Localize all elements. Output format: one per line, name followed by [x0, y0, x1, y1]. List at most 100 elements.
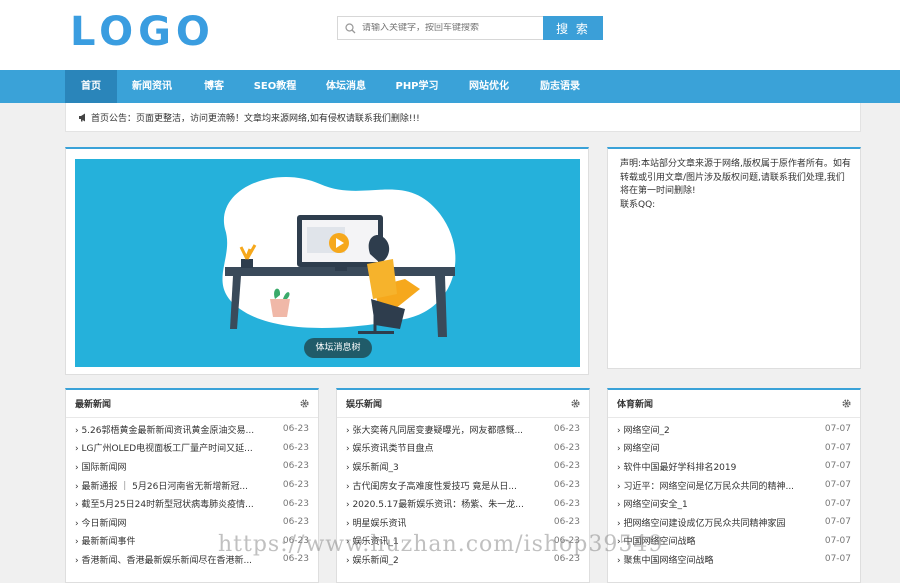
list-item[interactable]: › 娱乐资讯类节目盘点 06-23 [346, 439, 580, 458]
nav-item-news[interactable]: 新闻资讯 [122, 70, 182, 103]
list-item[interactable]: › 张大奕蒋凡同居变妻疑曝光，网友都感慨... 06-23 [346, 420, 580, 439]
news-title[interactable]: › 网络空间_2 [617, 423, 670, 436]
list-item[interactable]: › 明星娱乐资讯 06-23 [346, 513, 580, 532]
news-date: 06-23 [553, 442, 580, 453]
search-input[interactable] [362, 23, 532, 33]
nav-item-sports[interactable]: 体坛消息 [316, 70, 376, 103]
news-date: 06-23 [553, 554, 580, 565]
news-date: 07-07 [824, 461, 851, 472]
news-date: 07-07 [824, 498, 851, 509]
main-nav: 首页 新闻资讯 博客 SEO教程 体坛消息 PHP学习 网站优化 励志语录 [0, 70, 900, 103]
news-title[interactable]: › 国际新闻网 [75, 460, 126, 473]
search-field-wrapper [337, 16, 543, 40]
news-title[interactable]: › 古代闺房女子高难度性爱技巧 竟是从日... [346, 479, 517, 492]
list-item[interactable]: › 国际新闻网 06-23 [75, 457, 309, 476]
news-title[interactable]: › 把网络空间建设成亿万民众共同精神家园 [617, 516, 785, 529]
news-date: 06-23 [282, 498, 309, 509]
site-logo[interactable]: LOGO [70, 9, 215, 55]
news-title[interactable]: › 今日新闻网 [75, 516, 126, 529]
news-date: 06-23 [553, 535, 580, 546]
list-item[interactable]: › 习近平：网络空间是亿万民众共同的精神... 07-07 [617, 476, 851, 495]
news-title[interactable]: › 最新新闻事件 [75, 534, 135, 547]
list-item[interactable]: › 5.26郭梧黄金最新新闻资讯黄金原油交易... 06-23 [75, 420, 309, 439]
list-item[interactable]: › 古代闺房女子高难度性爱技巧 竟是从日... 06-23 [346, 476, 580, 495]
news-title[interactable]: › 中国网络空间战略 [617, 534, 695, 547]
latest-news-panel: 最新新闻 › 5.26郭梧黄金最新新闻资讯黄金原油交易... 06-23 › LG… [65, 388, 319, 583]
news-list: › 张大奕蒋凡同居变妻疑曝光，网友都感慨... 06-23 › 娱乐资讯类节目盘点… [337, 418, 589, 569]
news-title[interactable]: › 张大奕蒋凡同居变妻疑曝光，网友都感慨... [346, 423, 523, 436]
news-title[interactable]: › 2020.5.17最新娱乐资讯：杨紫、朱一龙... [346, 497, 524, 510]
panel-header: 娱乐新闻 [337, 390, 589, 418]
gear-icon[interactable] [300, 399, 309, 408]
news-title[interactable]: › 截至5月25日24时新型冠状病毒肺炎疫情... [75, 497, 254, 510]
news-title[interactable]: › 软件中国最好学科排名2019 [617, 460, 736, 473]
news-title[interactable]: › 网络空间 [617, 441, 659, 454]
sidebar-notice-panel: 声明:本站部分文章来源于网络,版权属于原作者所有。如有转载或引用文章/图片涉及版… [607, 147, 861, 369]
banner-panel: 体坛消息树 [65, 147, 589, 375]
list-item[interactable]: › 截至5月25日24时新型冠状病毒肺炎疫情... 06-23 [75, 494, 309, 513]
list-item[interactable]: › 娱乐新闻_3 06-23 [346, 457, 580, 476]
news-date: 07-07 [824, 517, 851, 528]
nav-item-optimize[interactable]: 网站优化 [459, 70, 519, 103]
entertainment-news-panel: 娱乐新闻 › 张大奕蒋凡同居变妻疑曝光，网友都感慨... 06-23 › 娱乐资讯… [336, 388, 590, 583]
list-item[interactable]: › 软件中国最好学科排名2019 07-07 [617, 457, 851, 476]
list-item[interactable]: › 网络空间 07-07 [617, 439, 851, 458]
banner-caption[interactable]: 体坛消息树 [304, 338, 372, 358]
sports-news-panel: 体育新闻 › 网络空间_2 07-07 › 网络空间 07-07 › 软件中国最好学… [607, 388, 861, 583]
site-header: LOGO 搜 索 [0, 0, 900, 70]
list-item[interactable]: › 把网络空间建设成亿万民众共同精神家园 07-07 [617, 513, 851, 532]
list-item[interactable]: › 最新新闻事件 06-23 [75, 532, 309, 551]
news-title[interactable]: › 5.26郭梧黄金最新新闻资讯黄金原油交易... [75, 423, 254, 436]
list-item[interactable]: › 香港新闻、香港最新娱乐新闻尽在香港新... 06-23 [75, 550, 309, 569]
gear-icon[interactable] [571, 399, 580, 408]
list-item[interactable]: › 娱乐新闻_2 06-23 [346, 550, 580, 569]
megaphone-icon [79, 113, 85, 121]
news-title[interactable]: › 最新通报 ｜ 5月26日河南省无新增新冠... [75, 479, 248, 492]
search-button[interactable]: 搜 索 [543, 16, 603, 40]
news-date: 07-07 [824, 480, 851, 491]
banner-slide[interactable]: 体坛消息树 [75, 159, 580, 367]
list-item[interactable]: › LG广州OLED电视面板工厂量产时间又延... 06-23 [75, 439, 309, 458]
panel-title: 最新新闻 [75, 400, 112, 410]
news-date: 06-23 [282, 554, 309, 565]
nav-item-home[interactable]: 首页 [65, 70, 117, 103]
list-item[interactable]: › 今日新闻网 06-23 [75, 513, 309, 532]
notice-text: 首页公告：页面更整洁，访问更流畅！文章均来源网络,如有侵权请联系我们删除!!! [91, 113, 420, 124]
news-title[interactable]: › LG广州OLED电视面板工厂量产时间又延... [75, 441, 253, 454]
news-date: 06-23 [282, 424, 309, 435]
news-title[interactable]: › 娱乐新闻_2 [346, 553, 399, 566]
nav-item-quotes[interactable]: 励志语录 [530, 70, 590, 103]
list-item[interactable]: › 网络空间_2 07-07 [617, 420, 851, 439]
news-date: 06-23 [282, 442, 309, 453]
news-date: 07-07 [824, 535, 851, 546]
news-title[interactable]: › 娱乐新闻_3 [346, 460, 399, 473]
list-item[interactable]: › 最新通报 ｜ 5月26日河南省无新增新冠... 06-23 [75, 476, 309, 495]
panel-title: 体育新闻 [617, 400, 654, 410]
list-item[interactable]: › 娱乐资讯_1 06-23 [346, 532, 580, 551]
panel-header: 体育新闻 [608, 390, 860, 418]
news-date: 06-23 [553, 498, 580, 509]
banner-illustration [222, 176, 456, 337]
news-list: › 网络空间_2 07-07 › 网络空间 07-07 › 软件中国最好学科排名20… [608, 418, 860, 569]
news-date: 07-07 [824, 554, 851, 565]
news-title[interactable]: › 明星娱乐资讯 [346, 516, 406, 529]
gear-icon[interactable] [842, 399, 851, 408]
news-title[interactable]: › 香港新闻、香港最新娱乐新闻尽在香港新... [75, 553, 252, 566]
news-title[interactable]: › 聚焦中国网络空间战略 [617, 553, 713, 566]
news-date: 07-07 [824, 424, 851, 435]
search-icon [345, 22, 356, 33]
nav-item-blog[interactable]: 博客 [190, 70, 238, 103]
news-date: 06-23 [282, 517, 309, 528]
news-title[interactable]: › 习近平：网络空间是亿万民众共同的精神... [617, 479, 794, 492]
nav-item-seo[interactable]: SEO教程 [245, 70, 305, 103]
list-item[interactable]: › 聚焦中国网络空间战略 07-07 [617, 550, 851, 569]
list-item[interactable]: › 中国网络空间战略 07-07 [617, 532, 851, 551]
news-title[interactable]: › 娱乐资讯类节目盘点 [346, 441, 433, 454]
notice-bar: 首页公告：页面更整洁，访问更流畅！文章均来源网络,如有侵权请联系我们删除!!! [65, 103, 861, 132]
nav-item-php[interactable]: PHP学习 [387, 70, 447, 103]
news-date: 06-23 [553, 424, 580, 435]
list-item[interactable]: › 网络空间安全_1 07-07 [617, 494, 851, 513]
news-title[interactable]: › 网络空间安全_1 [617, 497, 688, 510]
list-item[interactable]: › 2020.5.17最新娱乐资讯：杨紫、朱一龙... 06-23 [346, 494, 580, 513]
news-title[interactable]: › 娱乐资讯_1 [346, 534, 399, 547]
